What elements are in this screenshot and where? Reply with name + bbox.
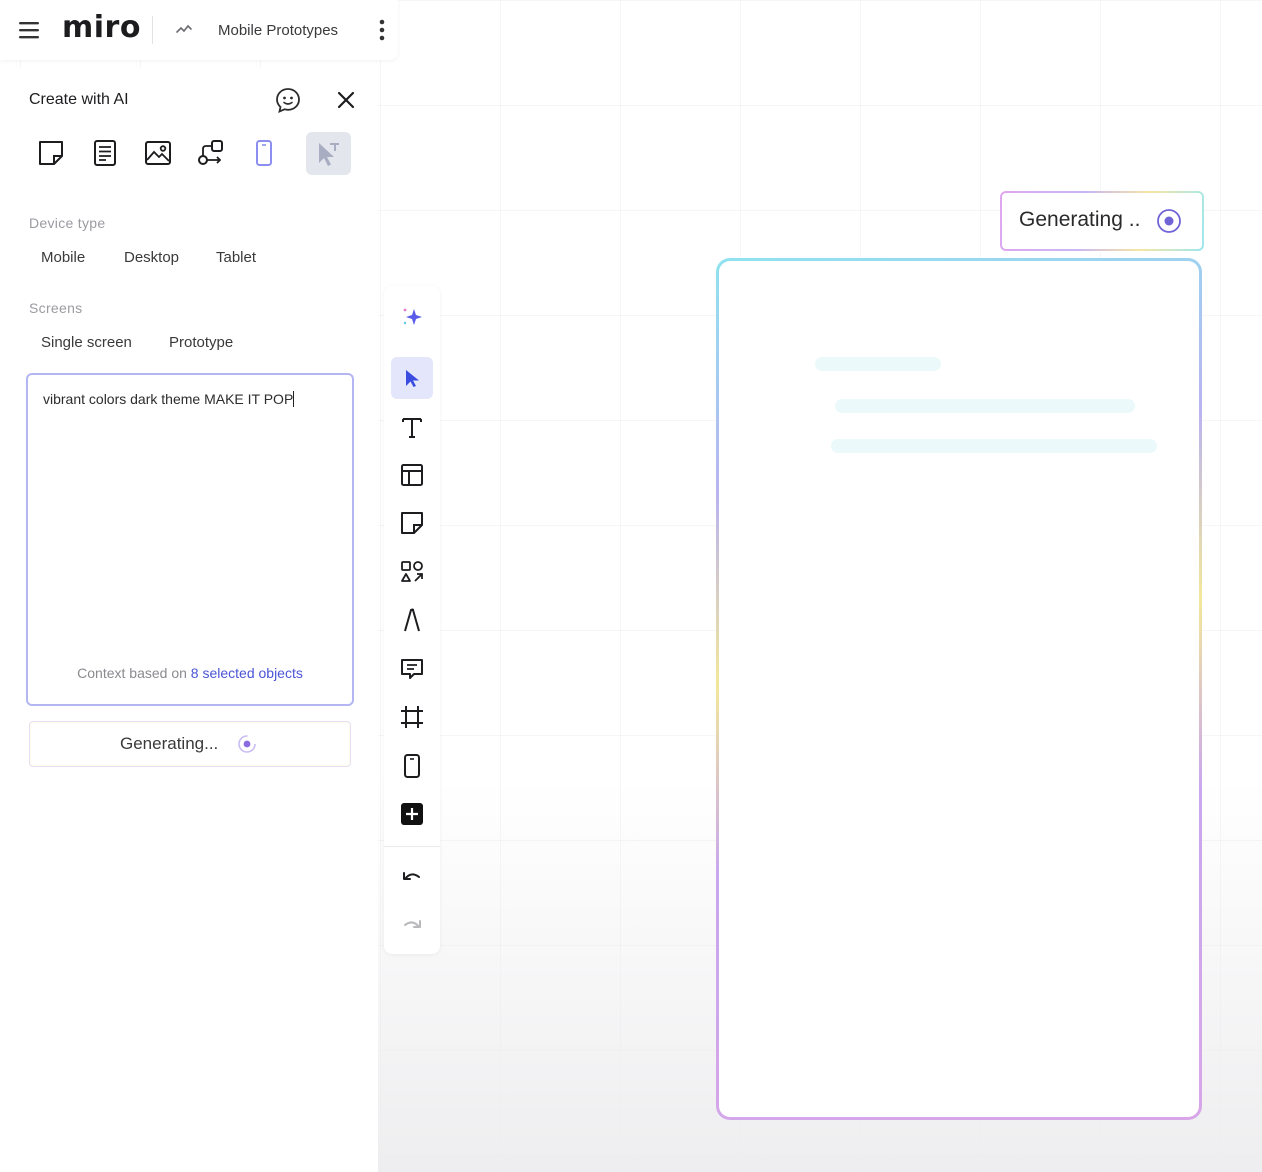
comment-tool-button[interactable] [391,648,433,690]
mobile-frame-icon [404,754,420,778]
skeleton-line [835,399,1135,413]
context-info: Context based on 8 selected objects [28,665,352,681]
select-cursor-icon [406,370,419,387]
text-icon [402,418,422,438]
ai-tool-button[interactable] [391,296,433,338]
screens-label: Screens [29,300,83,316]
feedback-icon[interactable] [274,86,302,114]
generate-button[interactable]: Generating... [29,721,351,767]
sticky-note-icon[interactable] [36,138,66,168]
loading-spinner-icon [1157,209,1181,233]
selected-objects-link[interactable]: 8 selected objects [191,665,303,681]
device-option-tablet[interactable]: Tablet [216,249,256,266]
undo-icon [403,872,420,880]
prototype-icon[interactable] [313,139,343,169]
generated-mobile-screen-frame[interactable] [716,258,1202,1120]
board-icon [176,24,192,33]
topbar-divider [152,16,153,44]
text-tool-button[interactable] [391,406,433,448]
miro-logo[interactable]: miro [62,10,141,45]
diagram-icon[interactable] [196,138,226,168]
text-caret [293,391,295,407]
generating-status-label: Generating .. [1019,208,1141,231]
create-with-ai-panel: Create with AI Device type Mobile Deskto… [0,68,378,1172]
loading-spinner-icon [238,735,256,753]
document-icon[interactable] [90,138,120,168]
device-type-label: Device type [29,215,106,231]
prompt-text: vibrant colors dark theme MAKE IT POP [43,391,295,407]
frame-tool-button[interactable] [391,696,433,738]
more-options-icon[interactable] [372,16,392,44]
template-icon [401,464,423,486]
mobile-screen-icon[interactable] [249,138,279,168]
prompt-value: vibrant colors dark theme MAKE IT POP [43,391,294,407]
image-icon[interactable] [143,138,173,168]
screens-option-single[interactable]: Single screen [41,334,132,351]
menu-icon[interactable] [18,19,40,41]
undo-button[interactable] [391,856,433,898]
sticky-note-icon [401,512,423,534]
skeleton-line [815,357,941,371]
comment-icon [401,659,423,679]
device-option-desktop[interactable]: Desktop [124,249,179,266]
panel-title: Create with AI [29,91,129,108]
screens-option-prototype[interactable]: Prototype [169,334,233,351]
template-tool-button[interactable] [391,454,433,496]
toolbar-divider [384,846,440,847]
shapes-tool-button[interactable] [391,551,433,593]
generate-button-label: Generating... [120,734,219,753]
close-icon[interactable] [334,88,358,112]
skeleton-line [831,439,1157,453]
pen-tool-button[interactable] [391,599,433,641]
mobile-frame-tool-button[interactable] [391,745,433,787]
board-name[interactable]: Mobile Prototypes [218,22,338,39]
prompt-textarea[interactable]: vibrant colors dark theme MAKE IT POP Co… [26,373,354,706]
select-tool-button[interactable] [391,357,433,399]
frame-icon [401,706,423,728]
sticky-note-tool-button[interactable] [391,502,433,544]
device-option-mobile[interactable]: Mobile [41,249,85,266]
context-prefix: Context based on [77,665,187,681]
more-tools-button[interactable] [391,793,433,835]
generating-status-pill: Generating .. [1000,191,1204,251]
pen-icon [404,608,420,632]
ai-sparkle-icon [403,308,422,325]
redo-icon [404,920,421,928]
shapes-icon [401,561,423,582]
top-bar: miro Mobile Prototypes [0,0,398,60]
plus-icon [401,803,423,825]
main-toolbar [384,286,440,954]
redo-button[interactable] [391,904,433,946]
